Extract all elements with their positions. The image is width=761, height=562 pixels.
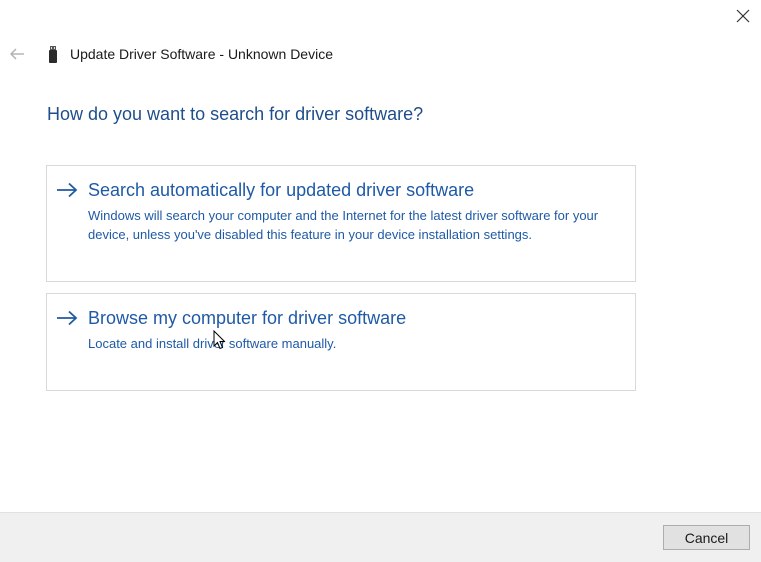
- browse-computer-option[interactable]: Browse my computer for driver software L…: [46, 293, 636, 391]
- option-header: Browse my computer for driver software: [56, 307, 406, 329]
- close-icon: [736, 9, 750, 23]
- option-title: Search automatically for updated driver …: [88, 179, 475, 200]
- usb-device-icon: [48, 45, 58, 63]
- back-arrow-icon: [10, 48, 24, 60]
- dialog-footer: Cancel: [0, 512, 761, 562]
- search-automatically-option[interactable]: Search automatically for updated driver …: [46, 165, 636, 282]
- option-header: Search automatically for updated driver …: [56, 179, 474, 201]
- close-button[interactable]: [731, 4, 755, 28]
- page-heading: How do you want to search for driver sof…: [47, 104, 424, 124]
- cancel-button[interactable]: Cancel: [663, 525, 750, 550]
- arrow-right-icon: [56, 179, 80, 201]
- option-description: Windows will search your computer and th…: [88, 208, 599, 242]
- option-title: Browse my computer for driver software: [88, 307, 407, 328]
- update-driver-dialog: Update Driver Software - Unknown Device …: [0, 0, 761, 562]
- title-bar: Update Driver Software - Unknown Device: [8, 42, 333, 66]
- option-description: Locate and install driver software manua…: [88, 336, 337, 351]
- window-title: Update Driver Software - Unknown Device: [70, 46, 333, 62]
- back-button[interactable]: [8, 45, 26, 63]
- arrow-right-icon: [56, 307, 80, 329]
